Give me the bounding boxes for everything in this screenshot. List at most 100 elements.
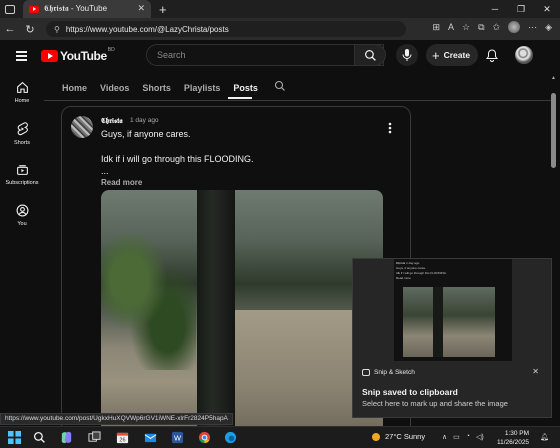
back-icon[interactable]: ← [0,23,20,35]
create-button[interactable]: + Create [426,44,478,66]
chrome-icon[interactable] [198,431,211,444]
close-notification-icon[interactable]: ✕ [532,367,539,376]
favorite-star-icon[interactable]: ☆ [462,22,470,33]
read-aloud-icon[interactable]: A [448,22,454,32]
maximize-icon[interactable]: ❐ [508,4,534,15]
post-time[interactable]: 1 day ago [130,117,159,124]
plus-icon: + [432,47,440,63]
subscriptions-icon [16,165,28,175]
snip-notification[interactable]: 𝕮𝖍𝖗𝖎𝖘𝖙𝖆 1 day ago Guys, if anyone cares.… [352,258,552,418]
copilot-icon[interactable] [60,431,73,444]
search-input[interactable]: Search [146,44,384,66]
channel-search-button[interactable] [274,79,286,97]
tabs-divider [44,100,552,101]
more-options-icon[interactable]: ⋯ [528,22,537,33]
task-view-icon[interactable] [88,431,101,444]
address-text: https://www.youtube.com/@LazyChrista/pos… [65,24,229,34]
page-scrollbar-thumb[interactable] [551,93,556,168]
rail-item-home[interactable]: Home [0,72,44,113]
snip-app: Snip & Sketch [362,369,415,376]
notifications-button[interactable] [486,49,498,67]
close-tab-icon[interactable]: ✕ [137,3,145,14]
browser-tab-strip: 𝕮𝖍𝖗𝖎𝖘𝖙𝖆 - YouTube ✕ + ─ ❐ ✕ [0,0,560,18]
microphone-icon [402,49,412,61]
sun-icon [372,432,380,441]
account-avatar[interactable] [515,46,533,64]
tab-videos[interactable]: Videos [100,83,129,93]
browser-tab-title: 𝕮𝖍𝖗𝖎𝖘𝖙𝖆 - YouTube [44,4,108,13]
link-status-bar: https://www.youtube.com/post/UgkxHuXQVWp… [0,413,233,425]
post-author[interactable]: 𝕮𝖍𝖗𝖎𝖘𝖙𝖆 [101,116,123,126]
search-icon [274,80,285,91]
create-label: Create [443,50,471,60]
weather-widget[interactable]: 27°C Sunny [372,432,425,441]
extensions-icon[interactable]: ⧉ [478,22,484,33]
snip-subtitle: Select here to mark up and share the ima… [362,399,508,408]
system-tray: ∧ ▭ ◔ ◁) [442,433,484,441]
refresh-icon[interactable]: ↻ [20,23,40,36]
tab-home[interactable]: Home [62,83,87,93]
post-author-avatar[interactable] [71,116,93,138]
show-hidden-icons-icon[interactable]: ∧ [442,433,447,441]
copilot-icon[interactable]: ◈ [545,22,552,33]
post-text-line: Idk if i will go through this FLOODING. [101,154,254,164]
vertical-dots-icon [388,122,392,134]
calendar-icon[interactable]: 26 [116,431,129,444]
image-pole [197,190,235,437]
browser-profile-icon[interactable] [508,21,521,33]
windows-start-icon[interactable] [8,431,21,444]
snip-title: Snip saved to clipboard [362,387,458,397]
word-icon[interactable]: W [171,431,184,444]
tab-playlists[interactable]: Playlists [184,83,221,93]
home-icon [16,81,28,93]
browser-tab-youtube[interactable]: 𝕮𝖍𝖗𝖎𝖘𝖙𝖆 - YouTube ✕ [23,0,151,18]
voice-search-button[interactable] [396,44,418,66]
minimize-icon[interactable]: ─ [482,4,508,14]
tab-actions-icon[interactable] [5,4,15,14]
youtube-favicon-icon [29,5,39,13]
tab-shorts[interactable]: Shorts [142,83,171,93]
shorts-icon [17,121,28,135]
scroll-up-icon[interactable]: ▲ [551,75,556,81]
rail-item-label: You [17,221,27,227]
rail-item-shorts[interactable]: Shorts [0,113,44,154]
window-controls: ─ ❐ ✕ [482,0,560,18]
rail-item-subscriptions[interactable]: Subscriptions [0,154,44,195]
mail-icon[interactable] [144,431,157,444]
search-icon[interactable] [33,431,46,444]
post-text-line: ... [101,166,109,176]
close-window-icon[interactable]: ✕ [534,4,560,15]
edge-icon[interactable] [224,431,237,444]
image-foliage [101,220,196,370]
network-icon[interactable]: ◔ [466,433,470,441]
browser-toolbar: ← ↻ ⚲ https://www.youtube.com/@LazyChris… [0,18,560,40]
region-code: BD [107,47,115,53]
post-more-button[interactable] [388,121,392,139]
favorites-icon[interactable]: ✩ [493,22,501,33]
install-app-icon[interactable]: ⊞ [432,22,440,33]
volume-icon[interactable]: ◁) [476,433,484,441]
read-more-link[interactable]: Read more [101,178,142,187]
browser-toolbar-icons: ⊞ A ☆ ⧉ ✩ ⋯ ◈ [432,21,552,33]
youtube-logo[interactable]: YouTube BD [41,47,115,63]
search-button[interactable] [354,44,386,66]
clock[interactable]: 1:30 PM 11/26/2025 [497,429,529,447]
youtube-play-icon [41,50,58,62]
preview-image [403,287,495,357]
site-info-icon[interactable]: ⚲ [54,25,60,34]
rail-item-you[interactable]: You [0,195,44,236]
you-icon [16,204,28,217]
bell-icon [486,49,498,62]
clock-date: 11/26/2025 [497,439,530,446]
post-text-line: Guys, if anyone cares. [101,129,191,139]
weather-text: 27°C Sunny [385,432,426,441]
menu-icon[interactable] [16,51,27,63]
post-image[interactable] [101,190,383,437]
notification-center-icon[interactable]: 🔔︎ [540,433,549,441]
snip-preview: 𝕮𝖍𝖗𝖎𝖘𝖙𝖆 1 day ago Guys, if anyone cares.… [394,259,512,361]
clock-time: 1:30 PM [504,430,530,437]
new-tab-button[interactable]: + [159,2,167,17]
display-icon[interactable]: ▭ [453,433,460,441]
address-bar[interactable]: ⚲ https://www.youtube.com/@LazyChrista/p… [46,21,406,37]
tab-posts[interactable]: Posts [233,83,258,93]
